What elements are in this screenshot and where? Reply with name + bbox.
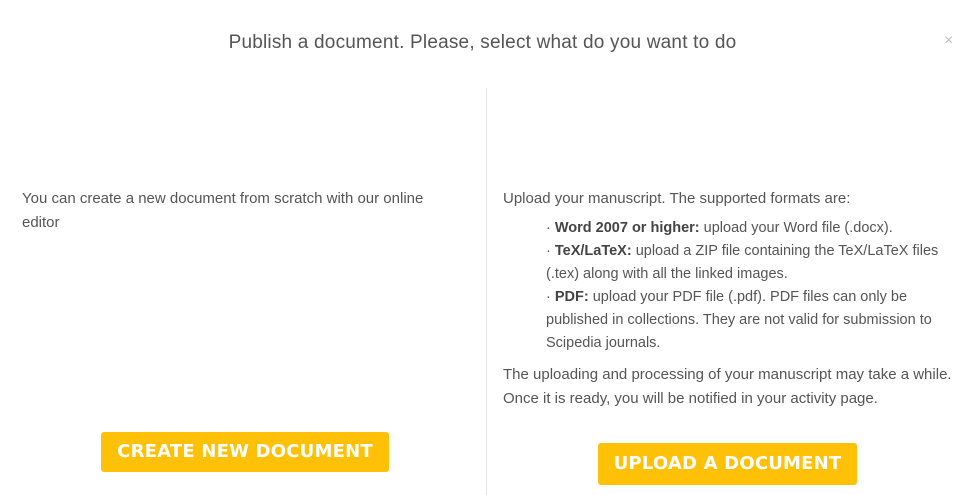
format-item-latex: · TeX/LaTeX: upload a ZIP file containin… [546, 240, 953, 286]
format-text: upload your Word file (.docx). [699, 220, 893, 236]
create-column: You can create a new document from scrat… [22, 187, 462, 235]
format-name: TeX/LaTeX: [554, 243, 632, 259]
upload-column: Upload your manuscript. The supported fo… [503, 187, 953, 411]
close-icon[interactable]: × [944, 33, 953, 49]
create-new-document-button[interactable]: CREATE NEW DOCUMENT [101, 432, 389, 472]
format-bullet: · [546, 220, 555, 236]
create-description: You can create a new document from scrat… [22, 190, 424, 231]
format-name: PDF: [554, 289, 589, 305]
formats-list: · Word 2007 or higher: upload your Word … [546, 217, 953, 355]
column-divider [486, 88, 487, 495]
format-item-pdf: · PDF: upload your PDF file (.pdf). PDF … [546, 286, 953, 355]
upload-document-button[interactable]: UPLOAD A DOCUMENT [598, 443, 857, 485]
format-text: upload your PDF file (.pdf). PDF files c… [546, 289, 932, 351]
upload-intro: Upload your manuscript. The supported fo… [503, 190, 851, 207]
upload-note: The uploading and processing of your man… [503, 366, 952, 407]
format-bullet: · [546, 289, 555, 305]
format-bullet: · [546, 243, 555, 259]
format-name: Word 2007 or higher: [554, 220, 700, 236]
publish-modal: Publish a document. Please, select what … [0, 0, 965, 495]
format-item-word: · Word 2007 or higher: upload your Word … [546, 217, 953, 240]
modal-title: Publish a document. Please, select what … [228, 32, 737, 53]
